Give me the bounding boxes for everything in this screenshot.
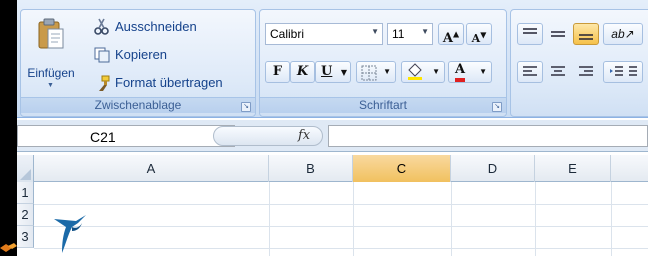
orange-fragment-icon <box>0 243 17 252</box>
gridline <box>34 204 648 205</box>
worksheet-grid: A B C D E F 1 2 3 <box>17 155 648 256</box>
paintbrush-icon <box>99 75 110 91</box>
chevron-down-icon: ▼ <box>432 67 440 76</box>
paste-label: Einfügen <box>27 66 75 80</box>
align-top-button[interactable] <box>517 23 543 45</box>
chevron-down-icon[interactable]: ▼ <box>47 82 54 89</box>
align-top-icon <box>523 28 537 34</box>
hummingbird-logo[interactable] <box>52 209 88 255</box>
underline-label: U <box>321 64 333 79</box>
font-name-select[interactable]: Calibri ▼ <box>265 23 383 45</box>
gridline <box>34 248 648 249</box>
font-size-select[interactable]: 11 ▼ <box>387 23 433 45</box>
align-bottom-icon <box>579 34 593 40</box>
shrink-font-button[interactable]: A▼ <box>466 23 492 45</box>
indent-icon <box>610 66 637 76</box>
align-right-icon <box>579 66 593 76</box>
orientation-button[interactable]: ab↗ <box>603 23 643 45</box>
align-center-icon <box>551 66 565 76</box>
font-color-button[interactable]: A ▼ <box>448 61 492 83</box>
column-header-c[interactable]: C <box>353 155 451 182</box>
column-header-f[interactable]: F <box>611 155 648 182</box>
paste-button[interactable]: Einfügen ▼ <box>25 16 77 96</box>
formula-input[interactable] <box>328 125 648 147</box>
paint-bucket-icon <box>408 63 422 80</box>
text-orientation-icon: ab↗ <box>611 27 635 41</box>
ribbon: Einfügen ▼ Ausschneiden Kopieren Format … <box>17 0 648 118</box>
align-middle-icon <box>551 31 565 37</box>
font-group: Calibri ▼ 11 ▼ A▲ A▼ F K U ▼ ▼ ▼ A ▼ Sch… <box>259 9 507 117</box>
align-left-button[interactable] <box>517 61 543 83</box>
format-painter-label: Format übertragen <box>115 75 223 90</box>
copy-label: Kopieren <box>115 47 168 62</box>
gridline <box>451 182 452 256</box>
row-header-2[interactable]: 2 <box>17 204 34 226</box>
italic-label: K <box>296 64 309 79</box>
grow-font-button[interactable]: A▲ <box>438 23 464 47</box>
font-group-label: Schriftart <box>260 97 506 113</box>
clipboard-group-label: Zwischenablage <box>21 97 255 113</box>
align-left-icon <box>523 66 537 76</box>
font-color-icon: A <box>455 62 466 82</box>
borders-icon <box>361 65 377 81</box>
borders-button[interactable]: ▼ <box>356 61 396 83</box>
chevron-down-icon: ▼ <box>479 67 487 76</box>
row-header-3[interactable]: 3 <box>17 226 34 248</box>
bold-button[interactable]: F <box>265 61 290 83</box>
indent-button[interactable] <box>603 61 643 83</box>
clipboard-icon <box>38 18 64 49</box>
name-box[interactable]: C21 ▼ <box>17 125 235 147</box>
scissors-icon <box>94 18 109 35</box>
name-box-value: C21 <box>90 129 116 145</box>
gridline <box>269 182 270 256</box>
row-header-1[interactable]: 1 <box>17 182 34 204</box>
align-bottom-button[interactable] <box>573 23 599 45</box>
underline-button[interactable]: U ▼ <box>315 61 351 83</box>
gridline <box>611 182 612 256</box>
font-name-value: Calibri <box>270 27 305 41</box>
column-header-b[interactable]: B <box>269 155 353 182</box>
shrink-font-icon: A▼ <box>471 29 487 45</box>
grow-font-icon: A▲ <box>442 29 460 47</box>
chevron-down-icon: ▼ <box>421 27 429 36</box>
cut-label: Ausschneiden <box>115 19 197 34</box>
excel-window: Einfügen ▼ Ausschneiden Kopieren Format … <box>17 0 648 256</box>
align-center-button[interactable] <box>545 61 571 83</box>
formula-bar: C21 ▼ fx <box>17 120 648 152</box>
copy-icon <box>94 47 110 63</box>
bold-label: F <box>272 64 283 79</box>
chevron-down-icon: ▼ <box>383 67 391 76</box>
select-all-icon <box>20 169 31 180</box>
align-middle-button[interactable] <box>545 23 571 45</box>
clipboard-group: Einfügen ▼ Ausschneiden Kopieren Format … <box>20 9 256 117</box>
dialog-launcher-icon[interactable]: ↘ <box>241 102 251 112</box>
dialog-launcher-icon[interactable]: ↘ <box>492 102 502 112</box>
select-all-button[interactable] <box>17 155 34 182</box>
gridline <box>34 226 648 227</box>
chevron-down-icon: ▼ <box>371 27 379 36</box>
alignment-group: ab↗ <box>510 9 648 117</box>
chevron-down-icon: ▼ <box>340 67 347 77</box>
column-header-d[interactable]: D <box>451 155 535 182</box>
insert-function-button[interactable]: fx <box>298 128 310 143</box>
fill-color-button[interactable]: ▼ <box>401 61 445 83</box>
column-header-e[interactable]: E <box>535 155 611 182</box>
italic-button[interactable]: K <box>290 61 315 83</box>
font-size-value: 11 <box>392 27 405 41</box>
column-header-a[interactable]: A <box>34 155 269 182</box>
gridline <box>535 182 536 256</box>
gridline <box>353 182 354 256</box>
column-headers: A B C D E F <box>17 155 648 182</box>
align-right-button[interactable] <box>573 61 599 83</box>
